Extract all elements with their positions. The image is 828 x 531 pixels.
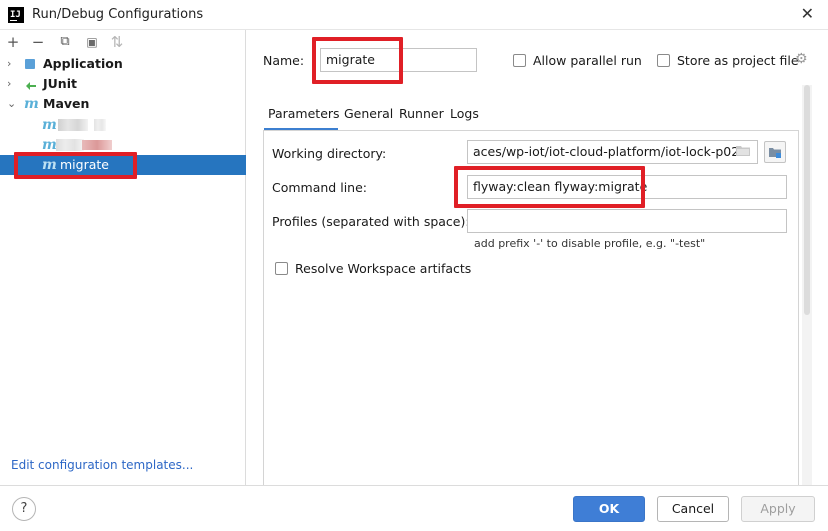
tree-item-label: Maven	[43, 96, 90, 111]
tree-item-label: migrate	[60, 157, 109, 172]
maven-icon: m	[42, 117, 57, 133]
copy-icon[interactable]: ⧉	[56, 33, 74, 51]
command-line-label: Command line:	[272, 180, 367, 195]
folder-icon[interactable]: ▣	[83, 33, 101, 51]
title-bar: IJ Run/Debug Configurations ✕	[0, 0, 828, 30]
maven-icon: m	[42, 157, 57, 173]
command-line-input[interactable]: flyway:clean flyway:migrate	[467, 175, 787, 199]
gear-icon[interactable]: ⚙	[795, 51, 808, 67]
tree-item-migrate[interactable]: m migrate	[0, 155, 246, 175]
edit-configuration-templates-link[interactable]: Edit configuration templates...	[11, 458, 193, 472]
scrollbar-thumb[interactable]	[804, 85, 810, 315]
configurations-tree-pane: + − ⧉ ▣ ⇅ › Application › JUnit ⌄ m Mave…	[0, 30, 246, 485]
tab-parameters[interactable]: Parameters	[268, 106, 340, 121]
tree-item-application[interactable]: › Application	[0, 54, 246, 74]
tab-general[interactable]: General	[344, 106, 393, 121]
add-icon[interactable]: +	[4, 33, 22, 51]
redacted-label	[56, 139, 84, 151]
redacted-label	[82, 140, 112, 150]
tree-item-maven-config-redacted[interactable]: m	[0, 115, 246, 135]
working-directory-input[interactable]: aces/wp-iot/iot-cloud-platform/iot-lock-…	[467, 140, 758, 164]
resolve-workspace-checkbox[interactable]	[275, 262, 288, 275]
tab-runner[interactable]: Runner	[399, 106, 444, 121]
cancel-button[interactable]: Cancel	[657, 496, 729, 522]
profiles-hint: add prefix '-' to disable profile, e.g. …	[474, 237, 706, 250]
dialog-button-bar: ? OK Cancel Apply	[0, 485, 828, 531]
maven-icon: m	[42, 137, 57, 153]
tree-item-maven[interactable]: ⌄ m Maven	[0, 94, 246, 114]
application-icon	[25, 59, 35, 69]
sort-icon[interactable]: ⇅	[108, 33, 126, 51]
store-as-project-file-checkbox[interactable]	[657, 54, 670, 67]
tree-item-label: Application	[43, 56, 123, 71]
resolve-workspace-label: Resolve Workspace artifacts	[295, 261, 472, 276]
help-button[interactable]: ?	[12, 497, 36, 521]
allow-parallel-run-label: Allow parallel run	[533, 53, 642, 68]
working-directory-label: Working directory:	[272, 146, 387, 161]
tree-item-maven-config-redacted[interactable]: m	[0, 135, 246, 155]
allow-parallel-run-checkbox[interactable]	[513, 54, 526, 67]
name-label: Name:	[263, 53, 305, 68]
editor-scrollbar[interactable]	[802, 85, 812, 485]
chevron-right-icon[interactable]: ›	[7, 54, 11, 74]
tree-item-junit[interactable]: › JUnit	[0, 74, 246, 94]
tree-toolbar: + − ⧉ ▣ ⇅	[0, 30, 246, 54]
maven-icon: m	[24, 96, 39, 112]
tab-logs[interactable]: Logs	[450, 106, 479, 121]
ok-button[interactable]: OK	[573, 496, 645, 522]
remove-icon[interactable]: −	[29, 33, 47, 51]
window-title: Run/Debug Configurations	[32, 7, 204, 22]
store-as-project-file-label: Store as project file	[677, 53, 799, 68]
profiles-label: Profiles (separated with space):	[272, 214, 470, 229]
profiles-input[interactable]	[467, 209, 787, 233]
chevron-down-icon[interactable]: ⌄	[7, 94, 16, 114]
apply-button[interactable]: Apply	[741, 496, 815, 522]
configuration-editor: Name: migrate Allow parallel run Store a…	[247, 30, 828, 485]
tree-item-label: JUnit	[43, 76, 77, 91]
redacted-label	[94, 119, 106, 131]
name-input[interactable]: migrate	[320, 48, 477, 72]
macro-browse-button[interactable]	[764, 141, 786, 163]
close-icon[interactable]: ✕	[801, 4, 814, 23]
folder-macro-icon	[769, 148, 781, 158]
chevron-right-icon[interactable]: ›	[7, 74, 11, 94]
intellij-app-icon: IJ	[8, 7, 24, 23]
redacted-label	[58, 119, 88, 131]
folder-icon[interactable]	[736, 145, 750, 156]
parameters-panel: Working directory: aces/wp-iot/iot-cloud…	[263, 130, 799, 485]
